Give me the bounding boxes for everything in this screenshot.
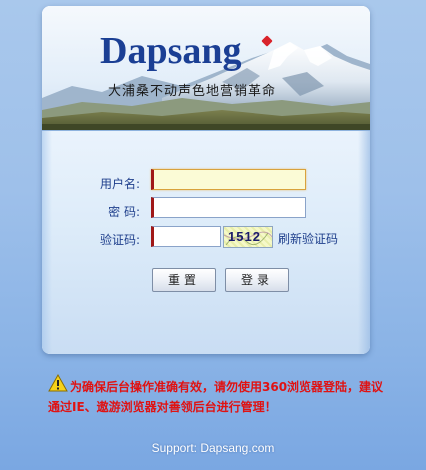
captcha-image[interactable]: 1512 (223, 226, 273, 248)
password-label: 密 码: (108, 205, 140, 219)
brand-logo: Dapsang (100, 30, 242, 72)
login-button[interactable]: 登录 (225, 268, 289, 292)
username-input[interactable] (151, 169, 306, 190)
password-input[interactable] (151, 197, 306, 218)
captcha-label: 验证码: (99, 233, 140, 247)
reset-button[interactable]: 重置 (152, 268, 216, 292)
username-label: 用户名: (99, 177, 140, 191)
notice-text: 为确保后台操作准确有效，请勿使用360浏览器登陆，建议通过IE、遨游浏览器对善领… (48, 380, 384, 414)
captcha-input[interactable] (151, 226, 221, 247)
header-banner: Dapsang 大浦桑不动声色地营销革命 (42, 6, 370, 130)
brand-tagline: 大浦桑不动声色地营销革命 (108, 84, 277, 99)
captcha-code-text: 1512 (228, 229, 261, 244)
refresh-captcha-link[interactable]: 刷新验证码 (278, 230, 338, 247)
support-footer: Support: Dapsang.com (151, 441, 275, 455)
